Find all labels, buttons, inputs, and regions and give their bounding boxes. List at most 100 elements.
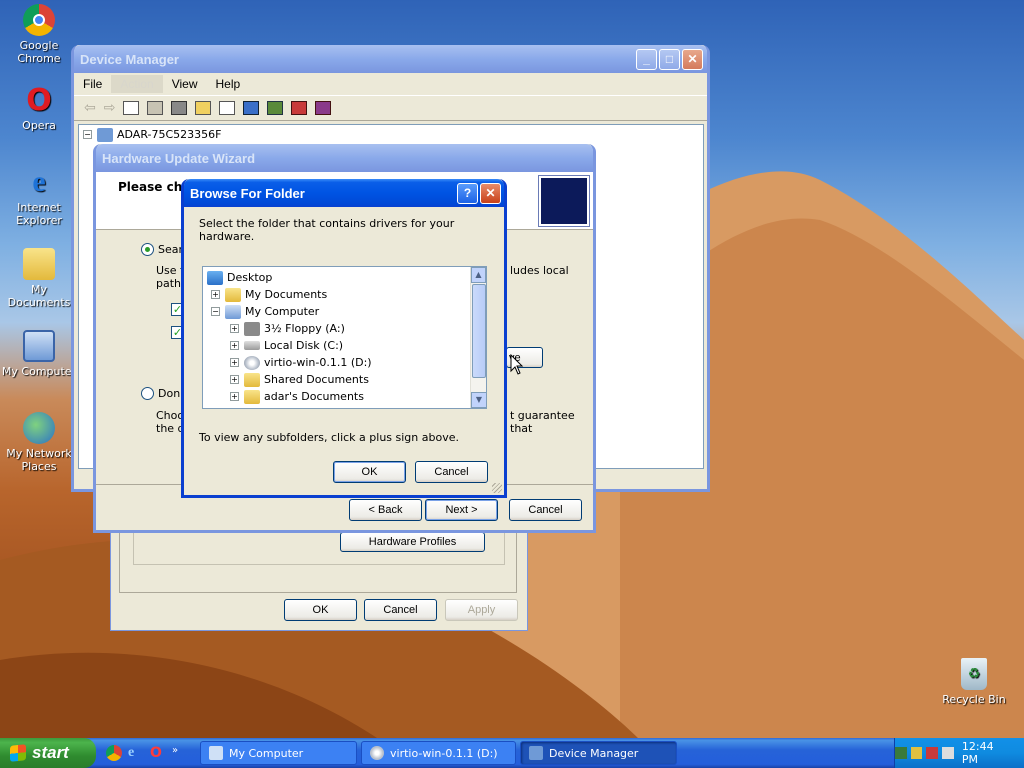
ie-icon: e [32, 165, 46, 198]
resize-grip-icon[interactable] [492, 483, 502, 493]
chrome-icon [23, 4, 55, 36]
uninstall-icon[interactable] [291, 101, 308, 115]
taskbar: start e O » My Computer virtio-win-0.1.1… [0, 738, 1024, 768]
help-icon[interactable] [195, 101, 212, 115]
tree-item-my-documents[interactable]: + My Documents [211, 286, 327, 303]
disable-icon[interactable] [315, 101, 332, 115]
expand-icon[interactable]: + [211, 290, 220, 299]
desktop-icon-opera[interactable]: O Opera [0, 83, 78, 133]
computer-icon [23, 330, 55, 362]
scroll-down-button[interactable]: ▼ [471, 392, 486, 408]
properties-ok-button[interactable]: OK [284, 599, 357, 621]
includes-local-text: ludes local [510, 264, 569, 277]
device-manager-title: Device Manager [80, 51, 179, 67]
scroll-thumb[interactable] [472, 284, 486, 378]
browse-instruction: Select the folder that contains drivers … [199, 217, 455, 243]
help-button[interactable]: ? [457, 182, 478, 204]
desktop-icon-internet-explorer[interactable]: e Internet Explorer [0, 165, 78, 227]
tree-item-floppy[interactable]: + 3½ Floppy (A:) [230, 320, 345, 337]
tree-item-virtio-cd[interactable]: + virtio-win-0.1.1 (D:) [230, 354, 372, 371]
browse-cancel-button[interactable]: Cancel [415, 461, 488, 483]
menu-view[interactable]: View [163, 75, 207, 93]
collapse-icon[interactable]: − [83, 130, 92, 139]
chrome-icon[interactable] [106, 745, 122, 761]
security-tray-icon[interactable] [926, 747, 939, 759]
menu-help[interactable]: Help [207, 75, 250, 93]
recycle-bin-icon: ♻ [961, 658, 987, 690]
view-icon[interactable] [219, 101, 236, 115]
chevron-right-icon[interactable]: » [172, 745, 178, 761]
properties-cancel-button[interactable]: Cancel [364, 599, 437, 621]
expand-icon[interactable]: + [230, 324, 239, 333]
expand-icon[interactable]: + [230, 341, 239, 350]
desktop-icon-my-computer[interactable]: My Computer [0, 330, 78, 378]
volume-icon[interactable] [942, 747, 954, 759]
clock[interactable]: 12:44 PM [962, 740, 1012, 766]
back-arrow-icon[interactable]: ⇦ [84, 100, 96, 116]
forward-arrow-icon[interactable]: ⇨ [104, 100, 116, 116]
mouse-cursor-icon [510, 354, 524, 375]
guarantee-text: t guarantee that [510, 409, 575, 435]
menu-action[interactable]: Action [111, 75, 163, 93]
desktop-icon [207, 270, 223, 285]
floppy-icon [244, 321, 260, 336]
wizard-titlebar[interactable]: Hardware Update Wizard [96, 144, 593, 172]
menu-file[interactable]: File [74, 75, 111, 93]
properties-icon[interactable] [147, 101, 164, 115]
safely-remove-icon[interactable] [895, 747, 907, 759]
update-driver-icon[interactable] [267, 101, 284, 115]
start-button[interactable]: start [0, 738, 96, 768]
device-manager-toolbar: ⇦ ⇨ [74, 95, 707, 121]
hardware-profiles-button[interactable]: Hardware Profiles [340, 532, 485, 552]
task-device-manager[interactable]: Device Manager [520, 741, 677, 765]
scan-hardware-icon[interactable] [243, 101, 260, 115]
tree-item-desktop[interactable]: Desktop [207, 269, 272, 286]
device-manager-titlebar[interactable]: Device Manager _ □ ✕ [74, 45, 707, 73]
folder-icon [225, 287, 241, 302]
desktop-icon-chrome[interactable]: Google Chrome [0, 4, 78, 65]
desktop-icon-recycle-bin[interactable]: ♻ Recycle Bin [935, 658, 1013, 706]
computer-icon [97, 127, 113, 142]
scroll-up-button[interactable]: ▲ [471, 267, 486, 283]
close-button[interactable]: ✕ [682, 48, 703, 70]
expand-icon[interactable]: + [230, 392, 239, 401]
device-tree-root[interactable]: − ADAR-75C523356F [83, 126, 222, 143]
browse-title: Browse For Folder [190, 185, 305, 201]
properties-apply-button[interactable]: Apply [445, 599, 518, 621]
opera-icon[interactable]: O [150, 745, 166, 761]
maximize-button[interactable]: □ [659, 48, 680, 70]
browse-close-button[interactable]: ✕ [480, 182, 501, 204]
task-virtio-cd[interactable]: virtio-win-0.1.1 (D:) [361, 741, 516, 765]
windows-logo-icon [10, 744, 26, 762]
browse-ok-button[interactable]: OK [333, 461, 406, 483]
minimize-button[interactable]: _ [636, 48, 657, 70]
computer-icon [225, 304, 241, 319]
expand-icon[interactable]: + [230, 375, 239, 384]
folder-tree: Desktop + My Documents − My Computer + 3… [202, 266, 487, 409]
search-radio[interactable] [141, 243, 154, 256]
desktop-icon-network-places[interactable]: My Network Places [0, 412, 78, 473]
show-hide-tree-icon[interactable] [123, 101, 140, 115]
dont-search-radio[interactable] [141, 387, 154, 400]
cd-icon [244, 355, 260, 370]
ie-icon[interactable]: e [128, 745, 144, 761]
network-icon [23, 412, 55, 444]
device-manager-icon [529, 746, 543, 760]
tree-scrollbar[interactable]: ▲ ▼ [470, 267, 486, 408]
tree-item-local-disk[interactable]: + Local Disk (C:) [230, 337, 343, 354]
tree-item-adars-documents[interactable]: + adar's Documents [230, 388, 364, 405]
task-my-computer[interactable]: My Computer [200, 741, 357, 765]
print-icon[interactable] [171, 101, 188, 115]
desktop-icon-my-documents[interactable]: My Documents [0, 248, 78, 309]
tree-item-shared-documents[interactable]: + Shared Documents [230, 371, 369, 388]
network-tray-icon[interactable] [910, 747, 923, 759]
wizard-back-button[interactable]: < Back [349, 499, 422, 521]
hardware-icon [538, 175, 590, 227]
wizard-next-button[interactable]: Next > [425, 499, 498, 521]
tree-item-my-computer[interactable]: − My Computer [211, 303, 319, 320]
expand-icon[interactable]: + [230, 358, 239, 367]
browse-titlebar[interactable]: Browse For Folder ? ✕ [184, 179, 504, 207]
collapse-icon[interactable]: − [211, 307, 220, 316]
wizard-cancel-button[interactable]: Cancel [509, 499, 582, 521]
folder-icon [244, 372, 260, 387]
